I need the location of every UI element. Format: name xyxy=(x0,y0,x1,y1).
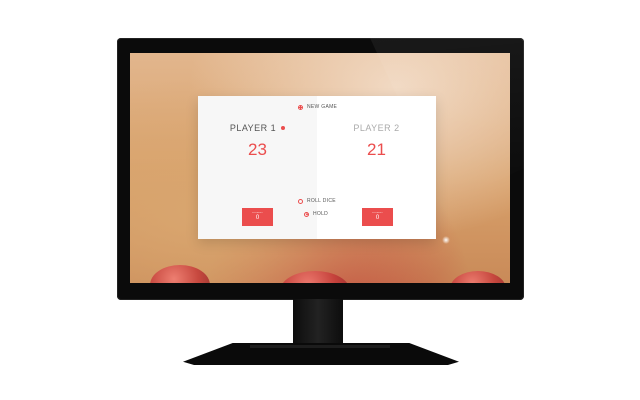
circle-icon xyxy=(298,198,303,204)
background-sparkle xyxy=(442,236,450,244)
new-game-label: NEW GAME xyxy=(307,104,338,110)
player-2-score: 21 xyxy=(367,140,386,159)
hold-button[interactable]: HOLD xyxy=(304,211,328,217)
monitor-screen: PLAYER 1 23 Current 0 PLAYER 2 21 Curren… xyxy=(130,53,510,283)
player-2-current-box: Current 0 xyxy=(362,208,393,226)
player-1-score: 23 xyxy=(248,140,267,159)
down-chevron-circle-icon xyxy=(304,211,309,217)
background-raspberry xyxy=(280,271,350,283)
hold-label: HOLD xyxy=(313,211,329,217)
player-2-panel: PLAYER 2 21 Current 0 xyxy=(317,96,436,239)
monitor-stand-neck xyxy=(293,299,343,349)
player-1-current-score: 0 xyxy=(255,215,260,221)
player-1-current-label: Current xyxy=(251,212,264,214)
player-1-name: PLAYER 1 xyxy=(198,123,317,133)
player-1-panel: PLAYER 1 23 Current 0 xyxy=(198,96,317,239)
background-raspberry xyxy=(450,271,506,283)
new-game-button[interactable]: NEW GAME xyxy=(298,104,337,110)
player-2-current-label: Current xyxy=(371,212,384,214)
roll-dice-button[interactable]: ROLL DICE xyxy=(298,198,336,204)
player-2-name: PLAYER 2 xyxy=(353,123,400,133)
player-1-current-box: Current 0 xyxy=(242,208,273,226)
background-raspberry xyxy=(150,265,210,283)
monitor-stand-highlight xyxy=(250,345,390,348)
game-panel: PLAYER 1 23 Current 0 PLAYER 2 21 Curren… xyxy=(198,96,436,239)
monitor-frame: PLAYER 1 23 Current 0 PLAYER 2 21 Curren… xyxy=(117,38,524,300)
active-player-dot xyxy=(281,125,286,130)
player-1-name-text: PLAYER 1 xyxy=(229,123,277,133)
player-2-current-score: 0 xyxy=(375,215,380,221)
plus-circle-icon xyxy=(298,104,303,110)
roll-dice-label: ROLL DICE xyxy=(307,198,336,204)
